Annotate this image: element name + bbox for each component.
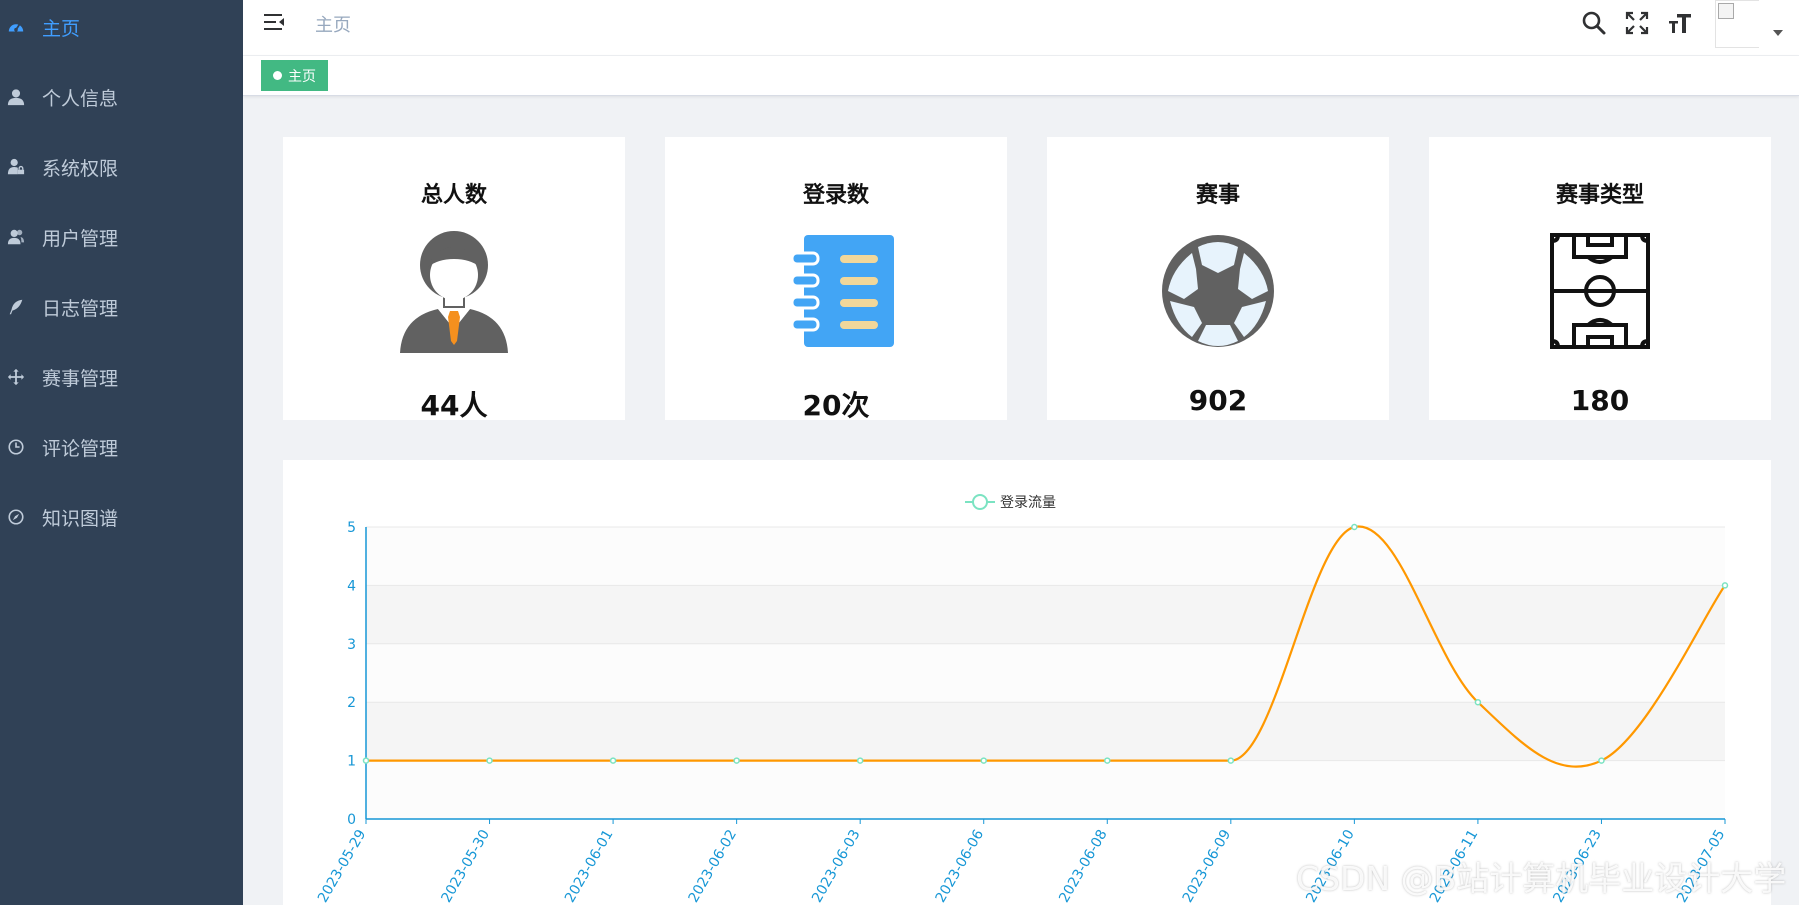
fullscreen-icon[interactable] [1624, 10, 1650, 36]
y-tick-label: 0 [347, 812, 356, 828]
legend-marker-icon [972, 494, 988, 510]
sidebar-item-home[interactable]: 主页 [0, 0, 243, 62]
sidebar-item-label: 主页 [42, 17, 81, 40]
data-point [1351, 523, 1358, 531]
x-tick-label: 2023-06-06 [933, 827, 988, 905]
x-tick-label: 2023-06-08 [1056, 827, 1111, 905]
search-icon[interactable] [1581, 10, 1607, 36]
x-tick-label: 2023-07-05 [1674, 827, 1729, 905]
clock-icon [6, 437, 26, 457]
sidebar-item-label: 用户管理 [42, 227, 119, 250]
stat-card-match-types: 赛事类型 180 [1429, 137, 1771, 420]
data-point [1474, 698, 1482, 706]
card-title: 赛事 [1195, 183, 1240, 208]
notebook-icon [774, 229, 898, 353]
card-title: 登录数 [802, 183, 869, 208]
data-point [362, 757, 370, 764]
tag-label: 主页 [288, 68, 316, 85]
data-point [486, 757, 493, 764]
feather-icon [6, 297, 26, 317]
top-navbar: 主页 [243, 0, 1799, 56]
data-point [1598, 757, 1605, 764]
x-tick-label: 2023-06-11 [1427, 827, 1482, 905]
sidebar-item-logs[interactable]: 日志管理 [0, 272, 243, 342]
line-chart: 0 1 2 3 4 5 2023-05-29 2023-05-30 2023-06-01 2023… [315, 494, 1729, 905]
tags-view-bar: 主页 [243, 56, 1799, 96]
data-point [1721, 582, 1729, 589]
sidebar-item-label: 赛事管理 [42, 367, 119, 390]
stat-card-total-users: 总人数 44人 [283, 137, 625, 422]
tag-home[interactable]: 主页 [261, 60, 328, 91]
grid-band [366, 643, 1725, 703]
x-tick-label: 2023-06-10 [1303, 827, 1358, 905]
person-icon [392, 229, 516, 353]
x-tick-label: 2023-05-30 [438, 827, 493, 905]
data-point [980, 757, 987, 764]
football-pitch-icon [1538, 229, 1662, 353]
user-lock-icon [6, 157, 26, 177]
data-point [733, 757, 740, 764]
hamburger-menu-icon[interactable] [262, 11, 286, 33]
y-tick-label: 2 [347, 695, 356, 711]
sidebar-item-label: 系统权限 [42, 157, 119, 180]
sidebar-item-comments[interactable]: 评论管理 [0, 412, 243, 482]
sidebar-item-label: 个人信息 [42, 87, 119, 110]
card-value: 44人 [420, 389, 488, 422]
soccer-ball-icon [1156, 229, 1280, 353]
users-icon [6, 227, 26, 247]
grid-band [366, 760, 1725, 819]
data-point [1104, 757, 1111, 764]
x-tick-label: 2023-06-01 [562, 827, 617, 905]
active-dot-icon [273, 71, 282, 80]
legend-label: 登录流量 [1000, 495, 1056, 511]
sidebar-item-matches[interactable]: 赛事管理 [0, 342, 243, 412]
grid-band [366, 702, 1725, 761]
x-tick-label: 2023-06-09 [1180, 827, 1235, 905]
sidebar-item-label: 知识图谱 [42, 507, 119, 530]
sidebar-item-profile[interactable]: 个人信息 [0, 62, 243, 132]
y-tick-label: 1 [347, 754, 356, 770]
stat-card-matches: 赛事 902 [1047, 137, 1389, 420]
x-tick-label: 2023-05-29 [315, 827, 370, 905]
y-tick-label: 3 [347, 637, 356, 653]
sidebar-item-users[interactable]: 用户管理 [0, 202, 243, 272]
card-value: 902 [1188, 384, 1248, 417]
x-tick-label: 2023-06-03 [809, 827, 864, 905]
grid-band [366, 585, 1725, 644]
sidebar-item-label: 评论管理 [42, 437, 119, 460]
x-tick-label: 2023-06-23 [1550, 827, 1605, 905]
dashboard-icon [6, 17, 26, 37]
stat-card-logins: 登录数 20次 [665, 137, 1007, 422]
avatar[interactable] [1715, 0, 1759, 48]
card-title: 赛事类型 [1555, 183, 1644, 208]
grid-band [366, 527, 1725, 586]
sidebar-item-permissions[interactable]: 系统权限 [0, 132, 243, 202]
data-point [609, 757, 617, 764]
breadcrumb[interactable]: 主页 [315, 11, 351, 37]
font-size-icon[interactable] [1667, 10, 1693, 36]
x-tick-label: 2023-06-02 [686, 827, 741, 905]
compass-icon [6, 507, 26, 527]
data-point [856, 757, 864, 764]
card-value: 180 [1570, 384, 1630, 417]
y-tick-label: 5 [347, 520, 356, 536]
user-icon [6, 87, 26, 107]
move-arrows-icon [6, 367, 26, 387]
sidebar-item-knowledge-graph[interactable]: 知识图谱 [0, 482, 243, 552]
data-point [1227, 757, 1235, 764]
y-tick-label: 4 [347, 578, 356, 594]
dropdown-caret-icon[interactable] [1773, 30, 1783, 36]
card-value: 20次 [802, 389, 870, 422]
card-title: 总人数 [420, 183, 487, 208]
login-traffic-chart: 0 1 2 3 4 5 2023-05-29 2023-05-30 2023-06-01 2023… [283, 460, 1771, 905]
sidebar: 主页 个人信息 系统权限 用户管理 日志管理 赛事管理 评论管理 知识图谱 [0, 0, 243, 905]
sidebar-item-label: 日志管理 [42, 297, 119, 320]
